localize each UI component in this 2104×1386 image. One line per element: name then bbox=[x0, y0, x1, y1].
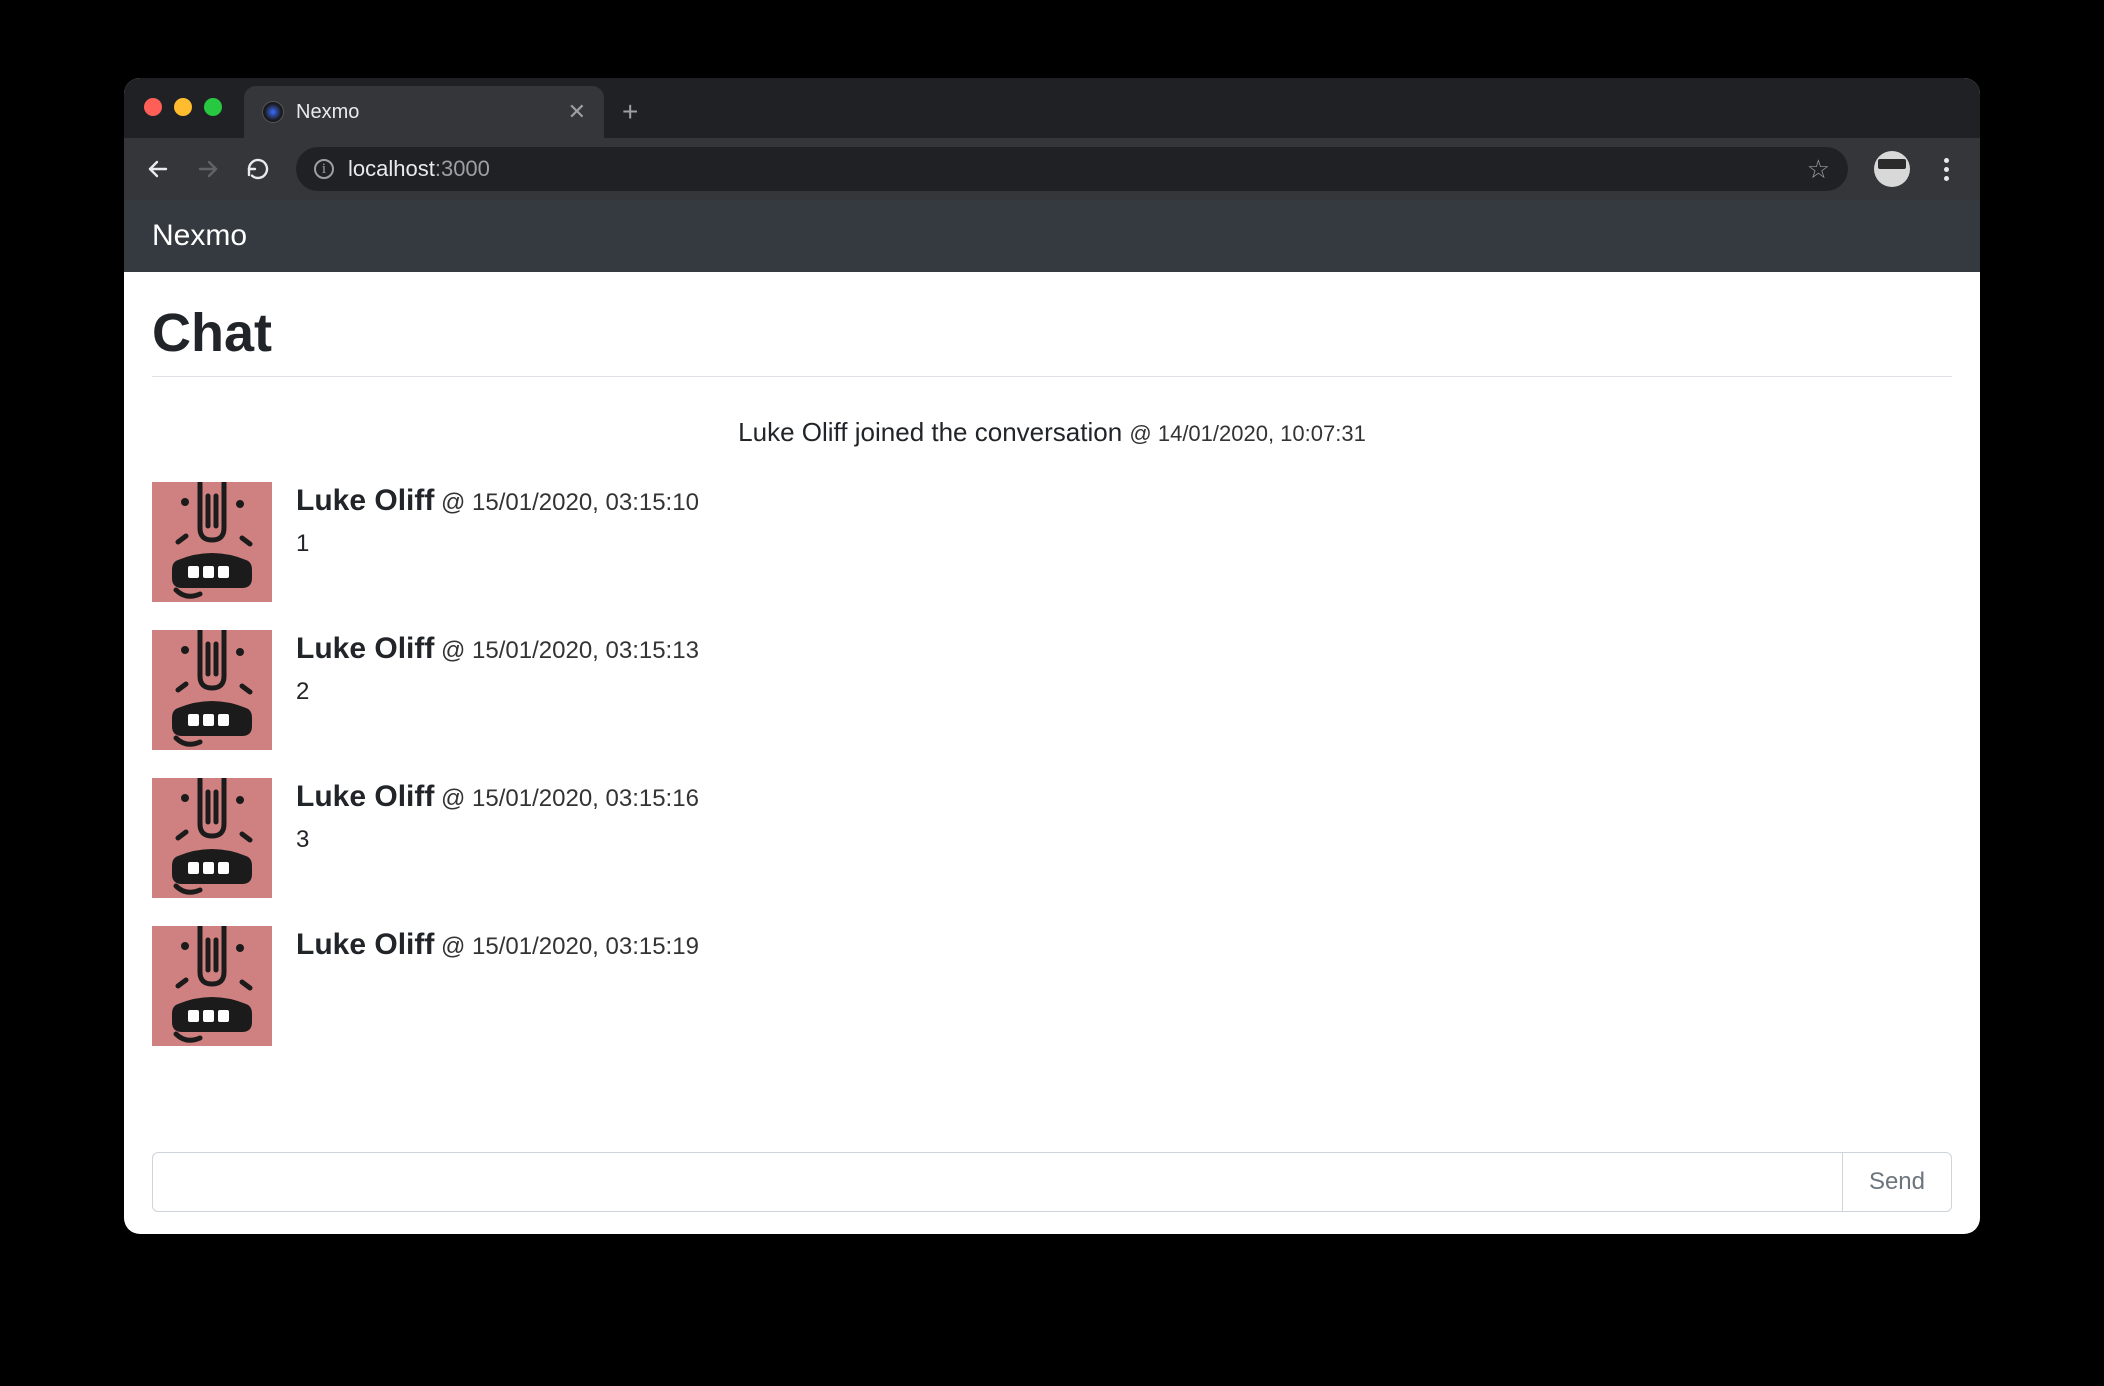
message-row: Luke Oliff @ 15/01/2020, 03:15:10 1 bbox=[152, 482, 1952, 602]
reload-icon bbox=[246, 157, 270, 181]
arrow-right-icon bbox=[196, 157, 220, 181]
arrow-left-icon bbox=[146, 157, 170, 181]
window-close-button[interactable] bbox=[144, 98, 162, 116]
new-tab-button[interactable]: + bbox=[604, 96, 656, 138]
message-author: Luke Oliff bbox=[296, 928, 434, 961]
app-brand[interactable]: Nexmo bbox=[152, 219, 247, 253]
message-row: Luke Oliff @ 15/01/2020, 03:15:13 2 bbox=[152, 630, 1952, 750]
message-author: Luke Oliff bbox=[296, 780, 434, 813]
message-avatar bbox=[152, 778, 272, 898]
toolbar: i localhost:3000 ☆ bbox=[124, 138, 1980, 200]
forward-button[interactable] bbox=[188, 149, 228, 189]
message-body: Luke Oliff @ 15/01/2020, 03:15:19 bbox=[296, 926, 699, 974]
address-bar[interactable]: i localhost:3000 ☆ bbox=[296, 147, 1848, 191]
window-controls bbox=[144, 98, 222, 116]
title-bar: Nexmo ✕ + bbox=[124, 78, 1980, 138]
message-row: Luke Oliff @ 15/01/2020, 03:15:16 3 bbox=[152, 778, 1952, 898]
message-text: 1 bbox=[296, 530, 699, 558]
composer: Send bbox=[152, 1152, 1952, 1212]
url-text: localhost:3000 bbox=[348, 156, 490, 182]
page-title: Chat bbox=[152, 302, 1952, 377]
profile-avatar[interactable] bbox=[1874, 151, 1910, 187]
site-info-icon[interactable]: i bbox=[314, 159, 334, 179]
message-input[interactable] bbox=[153, 1153, 1842, 1211]
message-header: Luke Oliff @ 15/01/2020, 03:15:16 bbox=[296, 780, 699, 814]
browser-window: Nexmo ✕ + i localhost:3000 ☆ Nexmo bbox=[124, 78, 1980, 1234]
message-timestamp: 15/01/2020, 03:15:13 bbox=[472, 637, 699, 664]
message-header: Luke Oliff @ 15/01/2020, 03:15:19 bbox=[296, 928, 699, 962]
message-at: @ bbox=[434, 637, 472, 664]
message-avatar bbox=[152, 926, 272, 1046]
join-action: joined the conversation bbox=[848, 417, 1130, 447]
reload-button[interactable] bbox=[238, 149, 278, 189]
menu-dots-icon bbox=[1944, 158, 1949, 163]
url-port: :3000 bbox=[435, 156, 490, 181]
url-host: localhost bbox=[348, 156, 435, 181]
bookmark-star-icon[interactable]: ☆ bbox=[1807, 154, 1830, 185]
message-avatar bbox=[152, 630, 272, 750]
message-text: 3 bbox=[296, 826, 699, 854]
message-body: Luke Oliff @ 15/01/2020, 03:15:13 2 bbox=[296, 630, 699, 706]
back-button[interactable] bbox=[138, 149, 178, 189]
message-avatar bbox=[152, 482, 272, 602]
message-row: Luke Oliff @ 15/01/2020, 03:15:19 bbox=[152, 926, 1952, 1046]
message-timestamp: 15/01/2020, 03:15:19 bbox=[472, 933, 699, 960]
message-body: Luke Oliff @ 15/01/2020, 03:15:10 1 bbox=[296, 482, 699, 558]
app-header: Nexmo bbox=[124, 200, 1980, 272]
message-timestamp: 15/01/2020, 03:15:16 bbox=[472, 785, 699, 812]
message-timestamp: 15/01/2020, 03:15:10 bbox=[472, 489, 699, 516]
tab-favicon-icon bbox=[262, 101, 284, 123]
join-user: Luke Oliff bbox=[738, 417, 847, 447]
message-at: @ bbox=[434, 489, 472, 516]
browser-menu-button[interactable] bbox=[1926, 158, 1966, 181]
window-minimize-button[interactable] bbox=[174, 98, 192, 116]
message-body: Luke Oliff @ 15/01/2020, 03:15:16 3 bbox=[296, 778, 699, 854]
send-button[interactable]: Send bbox=[1842, 1153, 1951, 1211]
join-notice: Luke Oliff joined the conversation @ 14/… bbox=[152, 417, 1952, 448]
browser-tab[interactable]: Nexmo ✕ bbox=[244, 86, 604, 138]
message-at: @ bbox=[434, 785, 472, 812]
close-tab-button[interactable]: ✕ bbox=[568, 101, 586, 123]
message-header: Luke Oliff @ 15/01/2020, 03:15:13 bbox=[296, 632, 699, 666]
join-at-symbol: @ bbox=[1129, 421, 1157, 446]
message-author: Luke Oliff bbox=[296, 632, 434, 665]
messages-list: Luke Oliff @ 15/01/2020, 03:15:10 1 Luke … bbox=[152, 482, 1952, 1046]
message-header: Luke Oliff @ 15/01/2020, 03:15:10 bbox=[296, 484, 699, 518]
message-author: Luke Oliff bbox=[296, 484, 434, 517]
tab-title: Nexmo bbox=[296, 101, 556, 124]
message-text: 2 bbox=[296, 678, 699, 706]
content-area: Chat Luke Oliff joined the conversation … bbox=[124, 272, 1980, 1234]
join-timestamp: 14/01/2020, 10:07:31 bbox=[1158, 421, 1366, 446]
window-fullscreen-button[interactable] bbox=[204, 98, 222, 116]
message-at: @ bbox=[434, 933, 472, 960]
